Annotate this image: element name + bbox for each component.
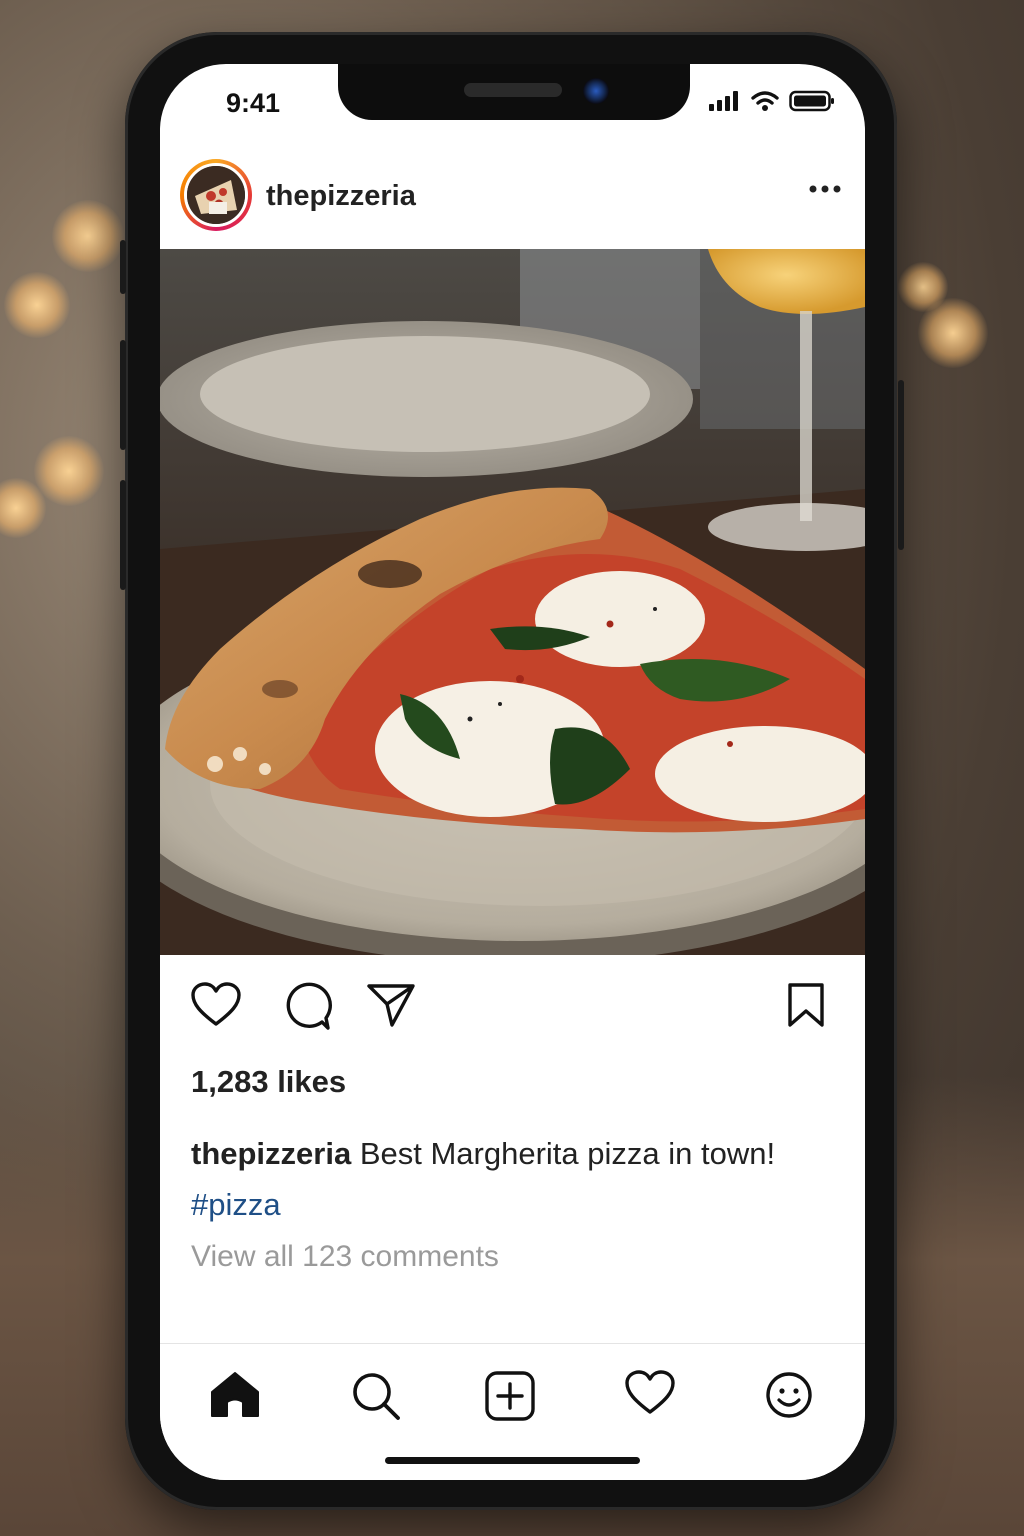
post-actions: [160, 976, 865, 1046]
status-time: 9:41: [226, 88, 281, 118]
hashtag-link[interactable]: #pizza: [191, 1187, 281, 1222]
bokeh-light: [4, 272, 70, 338]
front-camera: [583, 78, 609, 104]
speaker: [464, 83, 562, 97]
caption-username[interactable]: thepizzeria: [191, 1136, 351, 1171]
phone-side-button: [898, 380, 904, 550]
view-comments-link[interactable]: View all 123 comments: [191, 1240, 499, 1274]
add-post-icon[interactable]: [484, 1370, 536, 1422]
bokeh-light: [34, 436, 104, 506]
share-icon[interactable]: [366, 982, 416, 1028]
wifi-icon: [751, 91, 779, 111]
home-indicator[interactable]: [385, 1457, 640, 1464]
status-icons: [709, 90, 835, 112]
phone-side-button: [120, 480, 126, 590]
post-caption: thepizzeria Best Margherita pizza in tow…: [191, 1128, 841, 1230]
more-options-icon[interactable]: [809, 184, 841, 194]
avatar[interactable]: [180, 159, 252, 231]
comment-icon[interactable]: [282, 982, 332, 1030]
phone-side-button: [120, 240, 126, 294]
heart-icon[interactable]: [190, 982, 242, 1028]
avatar-image: [184, 163, 248, 227]
likes-count[interactable]: 1,283 likes: [191, 1064, 346, 1100]
notch: [338, 64, 690, 120]
caption-text: Best Margherita pizza in town!: [351, 1136, 776, 1171]
cellular-signal-icon: [709, 91, 738, 111]
bottom-tab-bar: [160, 1343, 865, 1480]
battery-icon: [789, 90, 834, 112]
phone-side-button: [120, 340, 126, 450]
activity-heart-icon[interactable]: [624, 1370, 676, 1416]
bookmark-icon[interactable]: [786, 982, 826, 1028]
phone-screen: 9:41 thepizzeria 1,283 likes thepizzeria…: [160, 64, 865, 1480]
post-header: thepizzeria: [160, 154, 865, 248]
profile-icon[interactable]: [764, 1370, 814, 1420]
post-image[interactable]: [160, 249, 865, 955]
bokeh-light: [52, 200, 124, 272]
bokeh-light: [898, 262, 948, 312]
home-icon[interactable]: [208, 1370, 262, 1420]
post-username[interactable]: thepizzeria: [266, 180, 416, 213]
search-icon[interactable]: [350, 1370, 402, 1422]
